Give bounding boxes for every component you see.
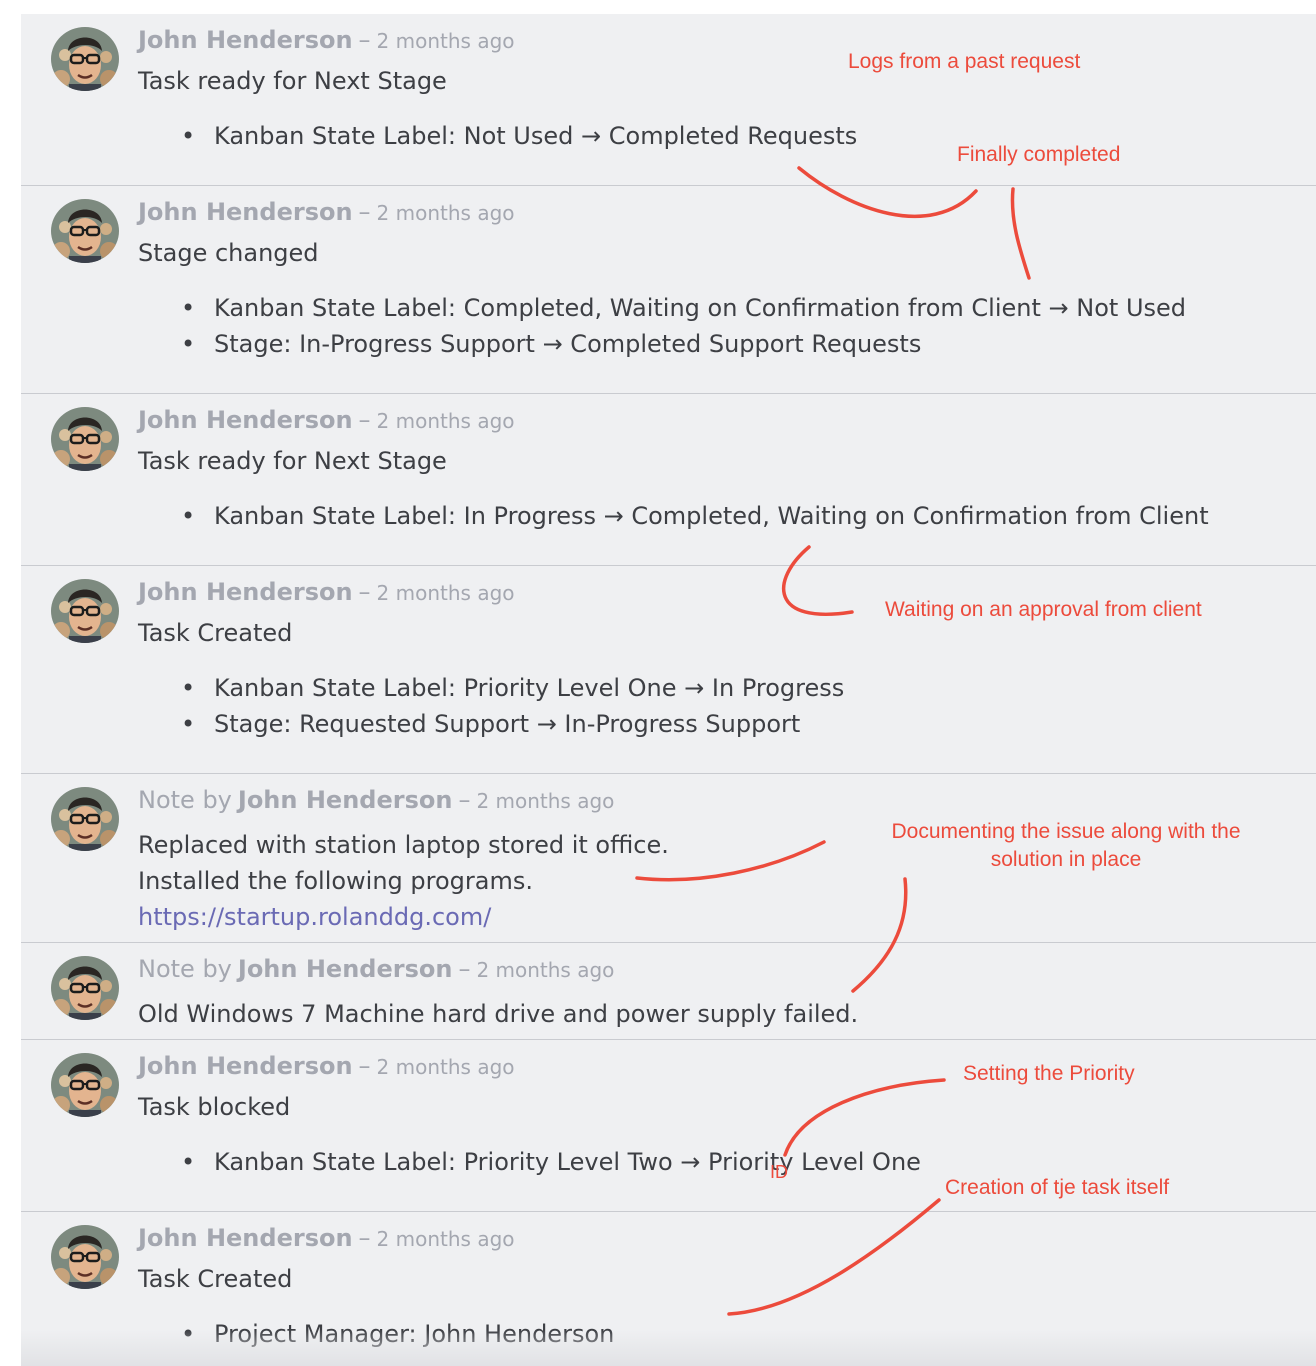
stroke-documenting-left — [635, 840, 826, 882]
stroke-finally-completed-right — [1010, 187, 1031, 280]
stroke-creation — [727, 1198, 941, 1316]
annotation-past-request: Logs from a past request — [848, 50, 1081, 73]
annotation-setting-priority: Setting the Priority — [963, 1062, 1135, 1085]
stroke-finally-completed-left — [797, 166, 978, 218]
annotation-finally-completed: Finally completed — [957, 143, 1121, 166]
stroke-setting-priority — [783, 1078, 946, 1157]
annotation-stray-mark: ID — [770, 1162, 788, 1182]
stroke-waiting-approval — [781, 545, 854, 616]
annotation-waiting-approval: Waiting on an approval from client — [885, 598, 1202, 621]
annotation-strokes — [635, 166, 1031, 1316]
stroke-documenting-right — [851, 877, 908, 993]
annotation-documenting: Documenting the issue along with the sol… — [891, 820, 1241, 871]
annotation-creation: Creation of tje task itself — [945, 1176, 1170, 1199]
